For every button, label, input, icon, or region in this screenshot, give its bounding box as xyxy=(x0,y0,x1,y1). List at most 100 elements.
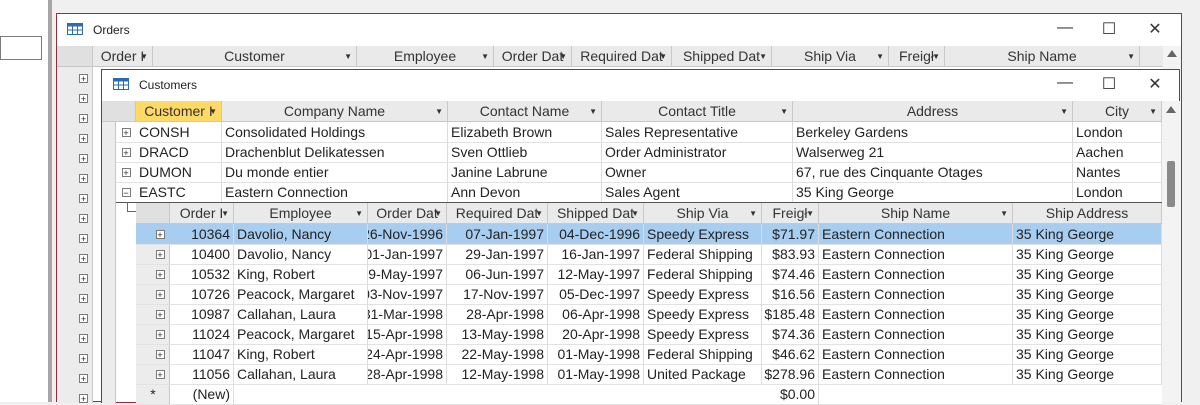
sub-col-employee[interactable]: Employee ▼ xyxy=(234,203,368,223)
cell-shipped-date[interactable]: 20-Apr-1998 xyxy=(548,324,644,344)
left-splitter[interactable] xyxy=(48,0,52,402)
dropdown-arrow-icon[interactable]: ▼ xyxy=(631,209,639,218)
plus-icon[interactable]: + xyxy=(79,314,88,324)
sub-col-ship-via[interactable]: Ship Via ▼ xyxy=(644,203,762,223)
table-row[interactable]: + DRACD Drachenblut Delikatessen Sven Ot… xyxy=(116,142,1162,163)
cell-customer-id[interactable]: CONSH xyxy=(136,122,222,142)
cell-ship-name[interactable]: Eastern Connection xyxy=(819,304,1013,324)
plus-icon[interactable]: + xyxy=(79,194,88,204)
orders-col-employee[interactable]: Employee ▼ xyxy=(357,46,494,66)
cell-contact-name[interactable]: Ann Devon xyxy=(448,182,602,202)
plus-icon[interactable]: + xyxy=(79,94,88,104)
cell-city[interactable]: London xyxy=(1073,182,1162,202)
customers-minimize-button[interactable]: — xyxy=(1053,74,1077,92)
cell-city[interactable]: Nantes xyxy=(1073,162,1162,182)
orders-minimize-button[interactable]: — xyxy=(1053,19,1077,37)
cell-ship-name[interactable]: Eastern Connection xyxy=(819,224,1013,244)
customers-col-address[interactable]: Address ▼ xyxy=(793,101,1073,121)
cell-order-date[interactable]: 24-Apr-1998 xyxy=(368,344,447,364)
cell-city[interactable]: Aachen xyxy=(1073,142,1162,162)
dropdown-arrow-icon[interactable]: ▼ xyxy=(481,52,489,61)
cell-employee[interactable]: Peacock, Margaret xyxy=(234,284,368,304)
sub-col-freight[interactable]: Freigł ▼ xyxy=(762,203,819,223)
dropdown-arrow-icon[interactable]: ▼ xyxy=(780,107,788,116)
left-input-box[interactable] xyxy=(0,36,42,60)
cell-required-date[interactable]: 13-May-1998 xyxy=(447,324,548,344)
expand-row-button[interactable]: + xyxy=(150,264,170,284)
expand-row-button[interactable]: + xyxy=(116,142,136,162)
cell-ship-name[interactable]: Eastern Connection xyxy=(819,344,1013,364)
dropdown-arrow-icon[interactable]: ▼ xyxy=(1127,52,1135,61)
sub-col-order-id[interactable]: Order I ▼ xyxy=(170,203,234,223)
cell-freight[interactable]: $71.97 xyxy=(762,224,819,244)
collapse-row-button[interactable]: − xyxy=(116,182,136,202)
plus-icon[interactable]: + xyxy=(79,274,88,284)
expand-row-button[interactable]: + xyxy=(150,364,170,384)
table-row[interactable]: + DUMON Du monde entier Janine Labrune O… xyxy=(116,162,1162,183)
cell-order-id[interactable]: 10987 xyxy=(170,304,234,324)
sub-select-all[interactable] xyxy=(136,203,170,223)
cell-contact-name[interactable]: Janine Labrune xyxy=(448,162,602,182)
dropdown-arrow-icon[interactable]: ▼ xyxy=(1000,209,1008,218)
cell-contact-title[interactable]: Sales Agent xyxy=(602,182,793,202)
dropdown-arrow-icon[interactable]: ▼ xyxy=(535,209,543,218)
cell-order-id[interactable]: 10726 xyxy=(170,284,234,304)
cell-ship-name[interactable]: Eastern Connection xyxy=(819,364,1013,384)
cell-shipped-date[interactable]: 12-May-1997 xyxy=(548,264,644,284)
cell-shipped-date[interactable]: 01-May-1998 xyxy=(548,344,644,364)
customers-titlebar[interactable]: Customers — ☐ ✕ xyxy=(102,70,1179,100)
cell-order-date[interactable]: 15-Apr-1998 xyxy=(368,324,447,344)
table-row[interactable]: +10726 Peacock, Margaret 03-Nov-1997 17-Nov… xyxy=(136,284,1162,305)
sub-col-order-date[interactable]: Order Dat ▼ xyxy=(368,203,447,223)
cell-order-id[interactable]: 10532 xyxy=(170,264,234,284)
plus-icon[interactable]: + xyxy=(79,374,88,384)
dropdown-arrow-icon[interactable]: ▼ xyxy=(1060,107,1068,116)
sub-col-required-date[interactable]: Required Dat ▼ xyxy=(447,203,548,223)
scroll-up-arrow-icon[interactable] xyxy=(1167,50,1177,57)
cell-address[interactable]: 35 King George xyxy=(793,182,1073,202)
cell-address[interactable]: Walserweg 21 xyxy=(793,142,1073,162)
orders-col-order-id[interactable]: Order I ▼ xyxy=(93,46,153,66)
cell-order-id[interactable]: 11024 xyxy=(170,324,234,344)
cell-required-date[interactable]: 07-Jan-1997 xyxy=(447,224,548,244)
cell-contact-title[interactable]: Sales Representative xyxy=(602,122,793,142)
dropdown-arrow-icon[interactable]: ▼ xyxy=(876,52,884,61)
cell-ship-via[interactable]: Speedy Express xyxy=(644,324,762,344)
plus-icon[interactable]: + xyxy=(79,174,88,184)
dropdown-arrow-icon[interactable]: ▼ xyxy=(140,52,148,61)
scroll-thumb[interactable] xyxy=(1167,161,1175,207)
cell-ship-address[interactable]: 35 King George xyxy=(1013,324,1162,344)
cell-order-date[interactable]: 03-Nov-1997 xyxy=(368,284,447,304)
expand-row-button[interactable]: + xyxy=(150,244,170,264)
plus-icon[interactable]: + xyxy=(79,114,88,124)
plus-icon[interactable]: + xyxy=(79,294,88,304)
cell-ship-name[interactable]: Eastern Connection xyxy=(819,244,1013,264)
sub-col-ship-name[interactable]: Ship Name ▼ xyxy=(819,203,1013,223)
cell-required-date[interactable]: 29-Jan-1997 xyxy=(447,244,548,264)
plus-icon[interactable]: + xyxy=(79,214,88,224)
sub-col-ship-address[interactable]: Ship Address xyxy=(1013,203,1162,223)
cell-customer-id[interactable]: EASTC xyxy=(136,182,222,202)
cell-ship-via[interactable]: Federal Shipping xyxy=(644,344,762,364)
expand-row-button[interactable]: + xyxy=(116,162,136,182)
cell-customer-id[interactable]: DUMON xyxy=(136,162,222,182)
sub-col-shipped-date[interactable]: Shipped Dat ▼ xyxy=(548,203,644,223)
table-row[interactable]: +11024 Peacock, Margaret 15-Apr-1998 13-May… xyxy=(136,324,1162,345)
customers-col-contact-name[interactable]: Contact Name ▼ xyxy=(448,101,602,121)
expand-row-button[interactable]: + xyxy=(150,344,170,364)
dropdown-arrow-icon[interactable]: ▼ xyxy=(435,107,443,116)
cell-freight[interactable]: $83.93 xyxy=(762,244,819,264)
cell-address[interactable]: Berkeley Gardens xyxy=(793,122,1073,142)
cell-employee[interactable]: Davolio, Nancy xyxy=(234,224,368,244)
cell-freight[interactable]: $74.36 xyxy=(762,324,819,344)
customers-col-contact-title[interactable]: Contact Title ▼ xyxy=(602,101,793,121)
customers-col-customer-id[interactable]: Customer I ▼ xyxy=(136,101,222,121)
cell-order-date[interactable]: 31-Mar-1998 xyxy=(368,304,447,324)
cell-ship-via[interactable]: Speedy Express xyxy=(644,224,762,244)
orders-col-customer[interactable]: Customer ▼ xyxy=(153,46,357,66)
cell-contact-name[interactable]: Elizabeth Brown xyxy=(448,122,602,142)
cell-ship-name[interactable]: Eastern Connection xyxy=(819,284,1013,304)
cell-shipped-date[interactable]: 06-Apr-1998 xyxy=(548,304,644,324)
cell-order-id[interactable]: 10364 xyxy=(170,224,234,244)
cell-required-date[interactable]: 28-Apr-1998 xyxy=(447,304,548,324)
